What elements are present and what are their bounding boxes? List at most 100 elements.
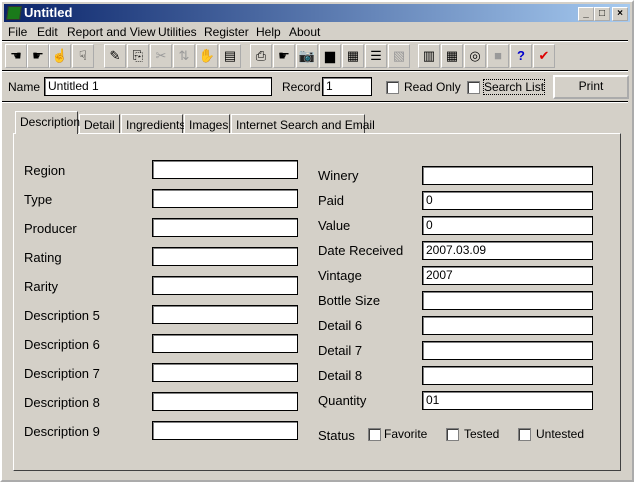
toolbar-button-help[interactable]: ? bbox=[510, 44, 532, 68]
field-label-description-8: Description 8 bbox=[24, 395, 100, 410]
name-input[interactable]: Untitled 1 bbox=[44, 77, 272, 96]
field-input-date-received[interactable]: 2007.03.09 bbox=[422, 241, 593, 260]
report-icon: ▧ bbox=[392, 48, 406, 63]
print-icon: ⎙ bbox=[255, 48, 267, 63]
toolbar-button-print[interactable]: ⎙ bbox=[250, 44, 272, 68]
field-label-quantity: Quantity bbox=[318, 393, 367, 408]
window-title: Untitled bbox=[24, 5, 73, 20]
toolbar-button-camera[interactable]: 📷 bbox=[296, 44, 318, 68]
menu-utilities[interactable]: Utilities bbox=[158, 25, 197, 39]
toolbar-button-archive[interactable]: ▤ bbox=[219, 44, 241, 68]
field-label-detail-8: Detail 8 bbox=[318, 368, 363, 383]
field-label-detail-6: Detail 6 bbox=[318, 318, 363, 333]
menu-about[interactable]: About bbox=[289, 25, 320, 39]
menu-file[interactable]: File bbox=[8, 25, 27, 39]
toolbar-button-edit-record[interactable]: ✎ bbox=[104, 44, 126, 68]
minimize-button[interactable]: _ bbox=[578, 7, 594, 21]
field-label-description-7: Description 7 bbox=[24, 366, 100, 381]
field-input-quantity[interactable]: 01 bbox=[422, 391, 593, 410]
status-untested-checkbox[interactable] bbox=[518, 428, 531, 441]
read-only-checkbox[interactable] bbox=[386, 81, 399, 94]
field-input-value[interactable]: 0 bbox=[422, 216, 593, 235]
status-favorite-checkbox[interactable] bbox=[368, 428, 381, 441]
toolbar-button-report[interactable]: ▧ bbox=[388, 44, 410, 68]
menu-edit[interactable]: Edit bbox=[37, 25, 58, 39]
toolbar-button-table[interactable]: ▦ bbox=[342, 44, 364, 68]
edit-record-icon: ✎ bbox=[109, 48, 121, 63]
toolbar-button-calculator[interactable]: ▥ bbox=[418, 44, 440, 68]
toolbar-button-hand-up[interactable]: ☝ bbox=[49, 44, 71, 68]
field-input-detail-8[interactable] bbox=[422, 366, 593, 385]
field-input-description-9[interactable] bbox=[152, 421, 298, 440]
search-list-label: Search List bbox=[482, 79, 546, 95]
status-label: Status bbox=[318, 428, 355, 443]
divider bbox=[2, 70, 628, 72]
camera-icon: 📷 bbox=[298, 48, 316, 63]
toolbar-button-bar-chart[interactable]: ▆ bbox=[319, 44, 341, 68]
maximize-button[interactable]: □ bbox=[594, 7, 610, 21]
field-input-detail-6[interactable] bbox=[422, 316, 593, 335]
field-label-vintage: Vintage bbox=[318, 268, 362, 283]
toolbar-button-pointer-list[interactable]: ☛ bbox=[273, 44, 295, 68]
field-label-description-6: Description 6 bbox=[24, 337, 100, 352]
toolbar-button-clear[interactable]: ✋ bbox=[196, 44, 218, 68]
save-icon: ■ bbox=[494, 48, 502, 63]
toolbar-button-cd[interactable]: ◎ bbox=[464, 44, 486, 68]
field-input-vintage[interactable]: 2007 bbox=[422, 266, 593, 285]
tab-images[interactable]: Images bbox=[184, 114, 230, 134]
field-input-rating[interactable] bbox=[152, 247, 298, 266]
field-input-bottle-size[interactable] bbox=[422, 291, 593, 310]
field-input-type[interactable] bbox=[152, 189, 298, 208]
toolbar-button-calendar[interactable]: ▦ bbox=[441, 44, 463, 68]
hand-right-icon: ☛ bbox=[32, 48, 44, 63]
cut-icon: ✂ bbox=[155, 48, 167, 63]
menu-report-and-view[interactable]: Report and View bbox=[67, 25, 156, 39]
field-label-detail-7: Detail 7 bbox=[318, 343, 363, 358]
toolbar-button-check[interactable]: ✔ bbox=[533, 44, 555, 68]
toolbar-button-save[interactable]: ■ bbox=[487, 44, 509, 68]
hand-left-icon: ☚ bbox=[10, 48, 22, 63]
toolbar-button-hand-down[interactable]: ☟ bbox=[72, 44, 94, 68]
field-label-description-9: Description 9 bbox=[24, 424, 100, 439]
field-label-rating: Rating bbox=[24, 250, 62, 265]
sort-icon: ⇅ bbox=[178, 48, 190, 63]
toolbar-button-sort[interactable]: ⇅ bbox=[173, 44, 195, 68]
field-input-paid[interactable]: 0 bbox=[422, 191, 593, 210]
field-input-description-7[interactable] bbox=[152, 363, 298, 382]
field-input-rarity[interactable] bbox=[152, 276, 298, 295]
field-label-winery: Winery bbox=[318, 168, 359, 183]
field-input-detail-7[interactable] bbox=[422, 341, 593, 360]
title-bar: Untitled _ □ × bbox=[4, 4, 630, 22]
tab-description[interactable]: Description bbox=[15, 111, 80, 134]
search-list-checkbox[interactable] bbox=[467, 81, 480, 94]
field-input-winery[interactable] bbox=[422, 166, 593, 185]
tab-detail[interactable]: Detail bbox=[79, 114, 120, 134]
menu-help[interactable]: Help bbox=[256, 25, 281, 39]
calculator-icon: ▥ bbox=[422, 48, 436, 63]
field-label-type: Type bbox=[24, 192, 53, 207]
field-input-producer[interactable] bbox=[152, 218, 298, 237]
toolbar-button-hand-right[interactable]: ☛ bbox=[27, 44, 49, 68]
name-label: Name bbox=[8, 80, 41, 94]
menu-bar: File Edit Report and View Utilities Register… bbox=[2, 22, 628, 40]
field-input-description-5[interactable] bbox=[152, 305, 298, 324]
tab-ingredients[interactable]: Ingredients bbox=[121, 114, 185, 134]
list-icon: ☰ bbox=[370, 48, 382, 63]
print-button[interactable]: Print bbox=[553, 75, 629, 99]
status-favorite-label: Favorite bbox=[384, 427, 428, 441]
field-input-description-6[interactable] bbox=[152, 334, 298, 353]
toolbar-button-list[interactable]: ☰ bbox=[365, 44, 387, 68]
toolbar-button-copy-record[interactable]: ⎘ bbox=[127, 44, 149, 68]
toolbar-button-hand-left[interactable]: ☚ bbox=[5, 44, 27, 68]
field-input-description-8[interactable] bbox=[152, 392, 298, 411]
toolbar-button-cut[interactable]: ✂ bbox=[150, 44, 172, 68]
divider bbox=[2, 101, 628, 103]
field-label-producer: Producer bbox=[24, 221, 77, 236]
status-tested-checkbox[interactable] bbox=[446, 428, 459, 441]
close-button[interactable]: × bbox=[612, 7, 628, 21]
record-input[interactable]: 1 bbox=[322, 77, 372, 96]
field-input-region[interactable] bbox=[152, 160, 298, 179]
menu-register[interactable]: Register bbox=[204, 25, 249, 39]
tab-internet-search-and-email[interactable]: Internet Search and Email bbox=[231, 114, 375, 134]
calendar-icon: ▦ bbox=[445, 48, 459, 63]
